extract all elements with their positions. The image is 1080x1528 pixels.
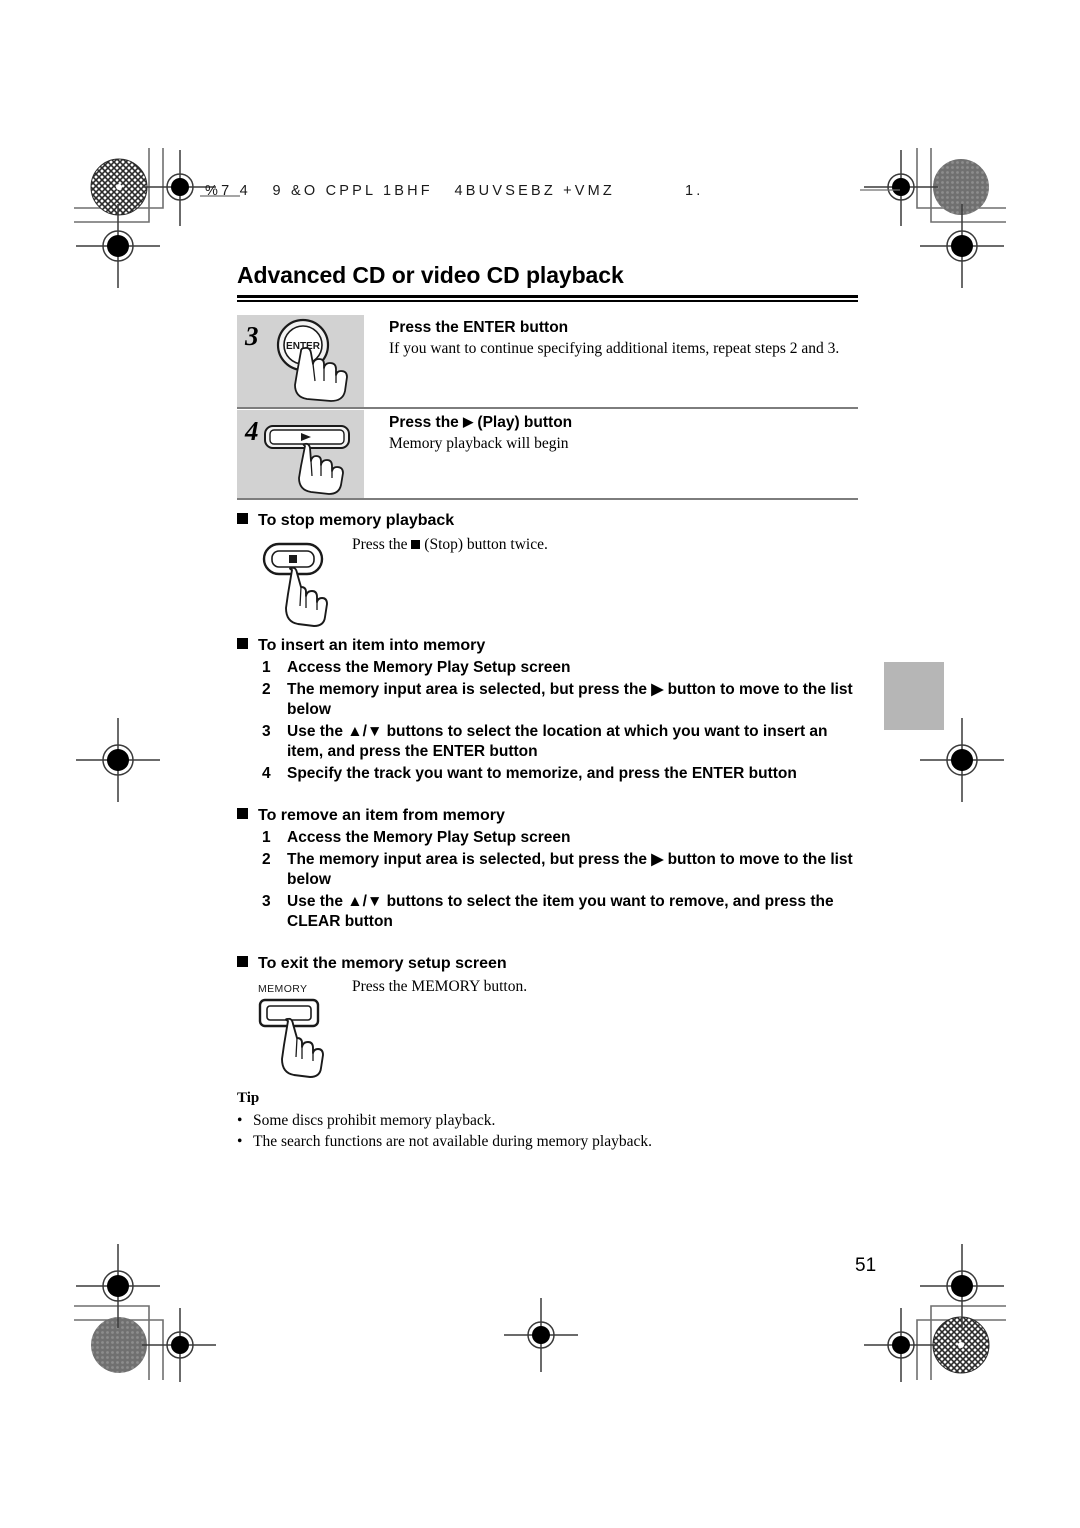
list-item: 4 Specify the track you want to memorize,… bbox=[262, 764, 797, 782]
section-heading-remove-item-from-memory: To remove an item from memory bbox=[237, 807, 505, 825]
list-item: 3 Use the ▲/▼ buttons to select the locat… bbox=[262, 722, 828, 761]
step-block-3: 3 ENTER Press the ENTER button If you wa… bbox=[237, 315, 858, 407]
running-head: %7 4 9 &O CPPL 1BHF 4BUVSEBZ +VMZ bbox=[205, 183, 615, 199]
memory-button-label: MEMORY bbox=[258, 983, 308, 995]
step-4-text: Memory playback will begin bbox=[389, 435, 569, 452]
remove-item-steps: 1 Access the Memory Play Setup screen 2 Th… bbox=[262, 828, 862, 934]
step-block-4: 4 Press the ▶ (Play) button Memory playb… bbox=[237, 410, 858, 498]
page-number: 51 bbox=[855, 1255, 877, 1276]
step-4-body: Press the ▶ (Play) button Memory playbac… bbox=[389, 414, 849, 453]
list-item: 2 The memory input area is selected, but … bbox=[262, 680, 853, 719]
stop-button-icon bbox=[262, 542, 328, 627]
page-title: Advanced CD or video CD playback bbox=[237, 262, 624, 288]
bullet-square-icon bbox=[237, 513, 248, 524]
step-3-body: Press the ENTER button If you want to co… bbox=[389, 319, 849, 358]
exit-memory-note: Press the MEMORY button. bbox=[352, 978, 528, 995]
bullet-square-icon bbox=[237, 638, 248, 649]
step-3-number: 3 bbox=[245, 321, 259, 351]
list-item: 1 Access the Memory Play Setup screen bbox=[262, 659, 571, 676]
step-4-illustration-panel: 4 bbox=[237, 410, 364, 498]
list-item: 3 Use the ▲/▼ buttons to select the item … bbox=[262, 892, 834, 931]
bullet-square-icon bbox=[237, 956, 248, 967]
title-rule-thin bbox=[237, 300, 858, 302]
step-separator-2 bbox=[237, 498, 858, 500]
memory-button-icon bbox=[258, 998, 324, 1078]
running-head-page: 1. bbox=[685, 183, 704, 199]
play-glyph: ▶ bbox=[463, 414, 474, 429]
manual-page: %7 4 9 &O CPPL 1BHF 4BUVSEBZ +VMZ 1. Adv… bbox=[0, 0, 1080, 1528]
section-heading-exit-memory-setup-screen: To exit the memory setup screen bbox=[237, 955, 507, 973]
step-3-illustration-panel: 3 ENTER bbox=[237, 315, 364, 407]
enter-button-icon: ENTER bbox=[276, 318, 348, 402]
section-heading-insert-item-into-memory: To insert an item into memory bbox=[237, 637, 485, 655]
tip-item: • The search functions are not available … bbox=[237, 1133, 652, 1150]
step-4-number: 4 bbox=[245, 416, 259, 446]
insert-item-steps: 1 Access the Memory Play Setup screen 2 Th… bbox=[262, 658, 862, 785]
play-button-icon bbox=[264, 425, 350, 495]
section-heading-stop-memory-playback: To stop memory playback bbox=[237, 512, 454, 530]
tip-heading: Tip bbox=[237, 1090, 260, 1106]
tip-item: • Some discs prohibit memory playback. bbox=[237, 1112, 496, 1129]
bullet-square-icon bbox=[237, 808, 248, 819]
step-3-text: If you want to continue specifying addit… bbox=[389, 340, 840, 357]
list-item: 1 Access the Memory Play Setup screen bbox=[262, 829, 571, 846]
stop-memory-note: Press the (Stop) button twice. bbox=[352, 536, 548, 553]
thumb-index-tab bbox=[884, 662, 944, 730]
step-4-heading: Press the ▶ (Play) button bbox=[389, 414, 573, 431]
title-rule-thick bbox=[237, 295, 858, 298]
step-3-heading: Press the ENTER button bbox=[389, 319, 569, 336]
list-item: 2 The memory input area is selected, but … bbox=[262, 850, 853, 889]
step-separator-1 bbox=[237, 407, 858, 409]
